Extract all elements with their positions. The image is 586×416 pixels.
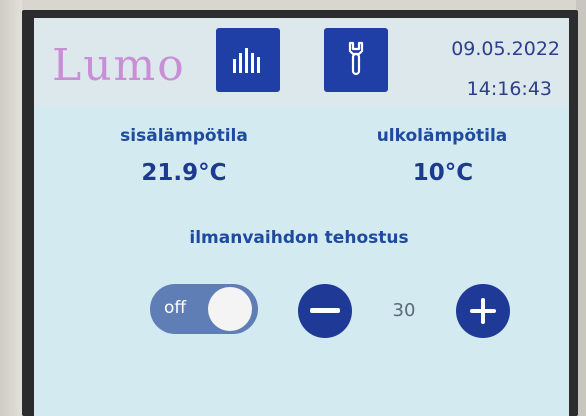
minus-icon [310,308,340,313]
stats-button[interactable] [216,28,280,92]
wrench-icon [348,41,364,76]
header-bar: Lumo 09.05.2022 14:16:43 [34,18,569,106]
date-display: 09.05.2022 [451,38,560,60]
outdoor-temp-label: ulkolämpötila [376,126,508,146]
increase-button[interactable] [456,284,510,338]
plus-icon [470,298,496,324]
outdoor-temp-value: 10°C [412,160,474,186]
time-display: 14:16:43 [466,78,552,100]
touch-screen: Lumo 09.05.2022 14:16:43 sisälämpötila 2… [34,18,569,416]
indoor-temp-value: 21.9°C [141,160,227,186]
ventilation-boost-toggle[interactable]: off [150,284,258,334]
decrease-button[interactable] [298,284,352,338]
toggle-state-text: off [164,298,187,318]
ventilation-boost-label: ilmanvaihdon tehostus [189,228,409,248]
logo: Lumo [52,40,186,91]
indoor-temp-label: sisälämpötila [120,126,248,146]
bar-chart-icon [233,48,260,73]
boost-duration-value: 30 [392,300,416,321]
toggle-knob [208,287,252,331]
device-bezel-left [0,0,22,416]
settings-button[interactable] [324,28,388,92]
